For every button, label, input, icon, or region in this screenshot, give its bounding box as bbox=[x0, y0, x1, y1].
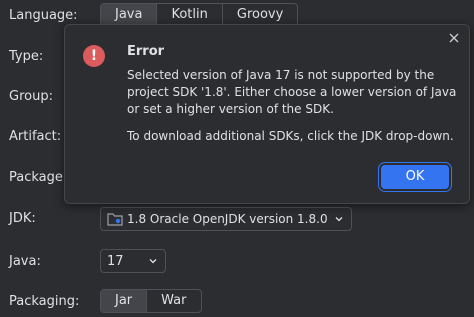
language-java[interactable]: Java bbox=[101, 4, 158, 26]
java-version-value: 17 bbox=[107, 253, 124, 269]
java-version-dropdown[interactable]: 17 bbox=[100, 249, 166, 273]
language-label: Language: bbox=[9, 8, 78, 23]
chevron-down-icon bbox=[149, 259, 157, 264]
close-icon[interactable] bbox=[447, 31, 461, 45]
packaging-selector[interactable]: Jar War bbox=[100, 289, 202, 313]
packaging-war[interactable]: War bbox=[147, 290, 200, 312]
java-label: Java: bbox=[9, 254, 41, 269]
language-groovy[interactable]: Groovy bbox=[223, 4, 297, 26]
group-label: Group: bbox=[9, 89, 53, 104]
ok-button[interactable]: OK bbox=[381, 165, 449, 189]
folder-icon bbox=[107, 213, 123, 226]
error-icon: ! bbox=[83, 45, 105, 67]
language-kotlin[interactable]: Kotlin bbox=[157, 4, 223, 26]
packaging-jar[interactable]: Jar bbox=[101, 290, 148, 312]
error-dialog: ! Error Selected version of Java 17 is n… bbox=[64, 24, 470, 204]
jdk-value: 1.8 Oracle OpenJDK version 1.8.0_20 bbox=[127, 212, 327, 226]
packaging-label: Packaging: bbox=[9, 294, 80, 309]
type-label: Type: bbox=[9, 49, 44, 64]
dialog-hint: To download additional SDKs, click the J… bbox=[127, 129, 454, 143]
dialog-title: Error bbox=[127, 44, 165, 59]
jdk-dropdown[interactable]: 1.8 Oracle OpenJDK version 1.8.0_20 bbox=[100, 207, 352, 231]
artifact-label: Artifact: bbox=[9, 129, 62, 144]
jdk-label: JDK: bbox=[9, 211, 36, 226]
dialog-message: Selected version of Java 17 is not suppo… bbox=[127, 68, 457, 116]
chevron-down-icon bbox=[335, 217, 343, 222]
